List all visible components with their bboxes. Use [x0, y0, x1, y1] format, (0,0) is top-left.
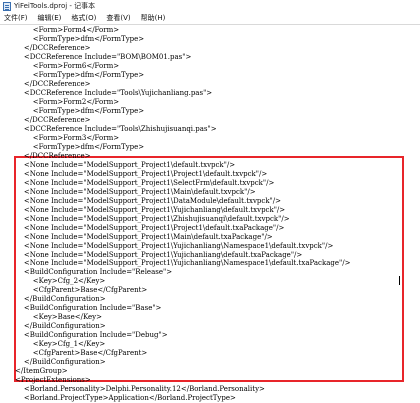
text-line[interactable]: <DCCReference Include="Tools\Zhishujisua… [15, 125, 217, 134]
notepad-icon [3, 1, 11, 11]
text-line[interactable]: <Key>Cfg_2</Key> [15, 277, 105, 286]
text-line[interactable]: <None Include="ModelSupport_Project1\Yuj… [15, 242, 333, 251]
text-line[interactable]: <BuildConfiguration Include="Release"> [15, 268, 172, 277]
text-line[interactable]: <None Include="ModelSupport_Project1\Sel… [15, 179, 274, 188]
menu-edit[interactable]: 编辑(E) [33, 13, 67, 23]
text-line[interactable]: <None Include="ModelSupport_Project1\def… [15, 161, 235, 170]
text-line[interactable]: <FormType>dfm</FormType> [15, 107, 144, 116]
menu-view[interactable]: 查看(V) [101, 13, 135, 23]
text-line[interactable]: <Key>Base</Key> [15, 313, 102, 322]
text-line[interactable]: <None Include="ModelSupport_Project1\Yuj… [15, 251, 302, 260]
text-line[interactable]: <None Include="ModelSupport_Project1\Pro… [15, 170, 267, 179]
text-line[interactable]: </DCCReference> [15, 116, 91, 125]
menu-help[interactable]: 帮助(H) [136, 13, 171, 23]
text-line[interactable]: </BuildConfiguration> [15, 322, 106, 331]
menu-bar: 文件(F) 编辑(E) 格式(O) 查看(V) 帮助(H) [0, 12, 420, 23]
text-line[interactable]: <Form>Form4</Form> [15, 26, 119, 35]
text-line[interactable]: <DCCReference Include="Tools\Yujichanlia… [15, 89, 212, 98]
text-line[interactable]: </DCCReference> [15, 152, 91, 161]
text-editor[interactable]: <Form>Form4</Form> <FormType>dfm</FormTy… [0, 24, 420, 402]
menu-format[interactable]: 格式(O) [66, 13, 101, 23]
text-line[interactable]: </BuildConfiguration> [15, 358, 106, 367]
text-line[interactable]: <Form>Form6</Form> [15, 62, 119, 71]
text-line[interactable]: <Form>Form2</Form> [15, 98, 119, 107]
text-line[interactable]: </DCCReference> [15, 80, 91, 89]
text-line[interactable]: <DCCReference Include="BOM\BOM01.pas"> [15, 53, 191, 62]
text-line[interactable]: <CfgParent>Base</CfgParent> [15, 286, 148, 295]
text-caret [399, 276, 400, 285]
text-line[interactable]: <None Include="ModelSupport_Project1\Yuj… [15, 259, 351, 268]
text-line[interactable]: <None Include="ModelSupport_Project1\Pro… [15, 224, 284, 233]
text-line[interactable]: </ItemGroup> [15, 367, 68, 376]
text-line[interactable]: </DCCReference> [15, 44, 91, 53]
text-line[interactable]: </BuildConfiguration> [15, 295, 106, 304]
text-line[interactable]: <FormType>dfm</FormType> [15, 143, 144, 152]
text-line[interactable]: <FormType>dfm</FormType> [15, 71, 144, 80]
text-line[interactable]: <CfgParent>Base</CfgParent> [15, 349, 148, 358]
text-line[interactable]: <None Include="ModelSupport_Project1\Dat… [15, 197, 281, 206]
text-line[interactable]: <Form>Form3</Form> [15, 134, 119, 143]
text-line[interactable]: <None Include="ModelSupport_Project1\Mai… [15, 188, 256, 197]
text-line[interactable]: <None Include="ModelSupport_Project1\Zhi… [15, 215, 290, 224]
text-line[interactable]: <None Include="ModelSupport_Project1\Mai… [15, 233, 273, 242]
text-line[interactable]: <FormType>dfm</FormType> [15, 35, 144, 44]
text-line[interactable]: <ProjectExtensions> [15, 376, 91, 385]
text-line[interactable]: <None Include="ModelSupport_Project1\Yuj… [15, 206, 285, 215]
text-line[interactable]: <Borland.ProjectType>Application</Borlan… [15, 394, 236, 403]
text-line[interactable]: <Key>Cfg_1</Key> [15, 340, 105, 349]
text-line[interactable]: <BuildConfiguration Include="Base"> [15, 304, 162, 313]
menu-file[interactable]: 文件(F) [0, 13, 33, 23]
window-title: YiFeiTools.dproj - 记事本 [14, 2, 96, 10]
text-line[interactable]: <BuildConfiguration Include="Debug"> [15, 331, 168, 340]
title-bar: YiFeiTools.dproj - 记事本 [0, 0, 420, 12]
